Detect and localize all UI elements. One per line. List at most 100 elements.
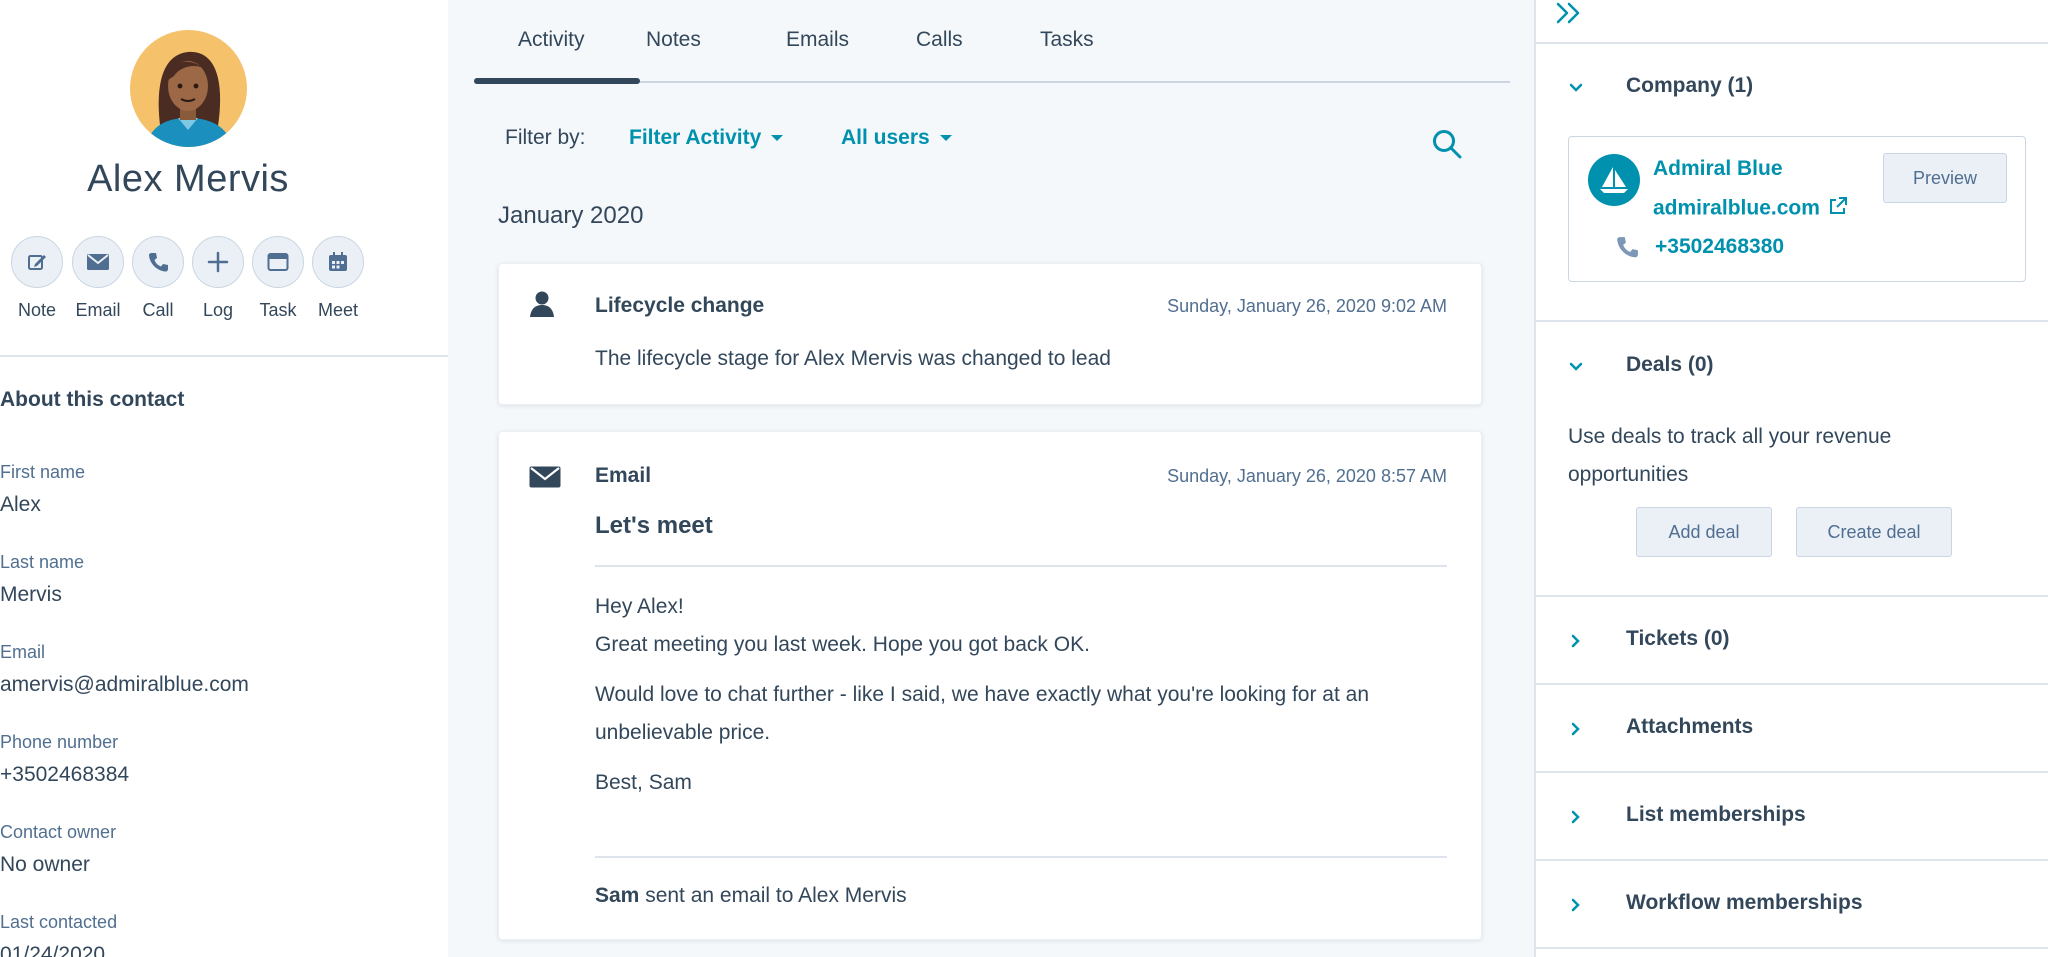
section-title: Attachments [1626,715,1754,738]
property-first-name[interactable]: First name Alex [0,462,440,517]
divider [1536,320,2048,322]
divider [595,856,1447,858]
property-value[interactable]: No owner [0,853,440,877]
property-label: Phone number [0,732,119,752]
divider [1536,859,2048,861]
search-icon[interactable] [1431,128,1463,160]
log-action-label: Log [202,300,234,320]
property-contact-owner[interactable]: Contact owner No owner [0,822,440,877]
property-email[interactable]: Email amervis@admiralblue.com [0,642,440,697]
filter-label: Filter by: [505,126,586,149]
person-icon [529,290,555,323]
month-heading: January 2020 [498,202,644,229]
activity-type: Email [595,464,652,487]
email-footer: Sam sent an email to Alex Mervis [595,884,907,908]
about-section-title[interactable]: About this contact [0,388,184,412]
section-title: Company (1) [1626,74,1754,97]
filter-activity-dropdown[interactable]: Filter Activity [629,126,784,150]
property-value[interactable]: Alex [0,493,440,517]
section-title: Deals (0) [1626,353,1714,376]
add-deal-button[interactable]: Add deal [1636,507,1772,557]
contact-name: Alex Mervis [87,158,289,200]
company-name-link[interactable]: Admiral Blue [1653,157,1783,181]
tab-activity[interactable]: Activity [518,28,585,52]
company-domain: admiralblue.com [1653,196,1820,220]
associations-sidebar: Company (1) Admiral Blue admiralblue.com… [1534,0,2048,957]
contact-avatar[interactable] [130,30,247,147]
avatar-illustration [146,51,232,147]
chevron-right-icon [1566,807,1586,827]
filter-activity-label: Filter Activity [629,126,762,149]
property-label: First name [0,462,86,482]
filter-bar: Filter by: Filter Activity All users [505,126,1495,156]
tab-calls[interactable]: Calls [916,28,963,52]
activity-tabs: Activity Notes Emails Calls Tasks [474,0,1510,84]
filter-users-label: All users [841,126,930,149]
external-link-icon [1828,196,1848,222]
activity-timeline: Activity Notes Emails Calls Tasks Filter… [448,0,1534,957]
chevron-down-icon [1566,357,1586,377]
email-subject[interactable]: Let's meet [595,512,713,540]
deals-description: Use deals to track all your revenue oppo… [1568,425,1892,486]
property-label: Last name [0,552,85,572]
filter-users-dropdown[interactable]: All users [841,126,952,150]
plus-icon [192,236,244,288]
phone-icon [132,236,184,288]
tab-emails[interactable]: Emails [786,28,849,52]
call-action-label: Call [142,300,174,320]
email-activity-card[interactable]: Email Sunday, January 26, 2020 8:57 AM L… [498,431,1482,940]
section-title: Tickets (0) [1626,627,1730,650]
create-deal-button[interactable]: Create deal [1796,507,1952,557]
task-action-label: Task [259,300,297,320]
property-value[interactable]: amervis@admiralblue.com [0,673,440,697]
caret-down-icon [771,135,784,142]
envelope-icon [529,466,561,493]
section-title: List memberships [1626,803,1806,826]
activity-timestamp: Sunday, January 26, 2020 9:02 AM [1167,296,1447,316]
log-action-button[interactable]: Log [191,236,245,321]
sailboat-icon [1588,154,1640,206]
call-action-button[interactable]: Call [131,236,185,321]
tab-tasks[interactable]: Tasks [1040,28,1094,52]
company-phone-link[interactable]: +3502468380 [1655,235,1784,259]
email-action-button[interactable]: Email [71,236,125,321]
note-icon [11,236,63,288]
task-action-button[interactable]: Task [251,236,305,321]
property-label: Email [0,642,46,662]
chevron-down-icon [1566,78,1586,98]
double-chevron-right-icon[interactable] [1554,0,1584,26]
lifecycle-activity-card[interactable]: Lifecycle change Sunday, January 26, 202… [498,263,1482,405]
email-body-line: Hey Alex! [595,595,684,618]
company-card: Admiral Blue admiralblue.com +3502468380… [1568,136,2026,282]
property-last-name[interactable]: Last name Mervis [0,552,440,607]
email-sender: Sam [595,884,640,907]
contact-panel: Alex Mervis Note Email Call Log Task Mee… [0,0,448,957]
chevron-right-icon [1566,631,1586,651]
preview-button[interactable]: Preview [1883,153,2007,203]
caret-down-icon [939,135,952,142]
email-action-label: Email [75,300,121,320]
divider [1536,947,2048,949]
chevron-right-icon [1566,719,1586,739]
email-body-line: Would love to chat further - like I said… [595,683,1370,744]
divider [0,355,448,357]
email-body-line: Great meeting you last week. Hope you go… [595,633,1090,656]
property-value[interactable]: 01/24/2020 [0,943,440,957]
email-body-line: Best, Sam [595,771,692,794]
meet-action-button[interactable]: Meet [311,236,365,321]
property-value[interactable]: +3502468384 [0,763,440,787]
property-last-contacted[interactable]: Last contacted 01/24/2020 [0,912,440,957]
divider [1536,42,2048,44]
divider [595,565,1447,567]
tab-notes[interactable]: Notes [646,28,701,52]
divider [1536,683,2048,685]
note-action-label: Note [17,300,57,320]
property-label: Last contacted [0,912,118,932]
company-domain-link[interactable]: admiralblue.com [1653,196,1848,222]
property-value[interactable]: Mervis [0,583,440,607]
property-phone-number[interactable]: Phone number +3502468384 [0,732,440,787]
divider [1536,771,2048,773]
note-action-button[interactable]: Note [10,236,64,321]
phone-icon [1615,235,1639,264]
task-icon [252,236,304,288]
